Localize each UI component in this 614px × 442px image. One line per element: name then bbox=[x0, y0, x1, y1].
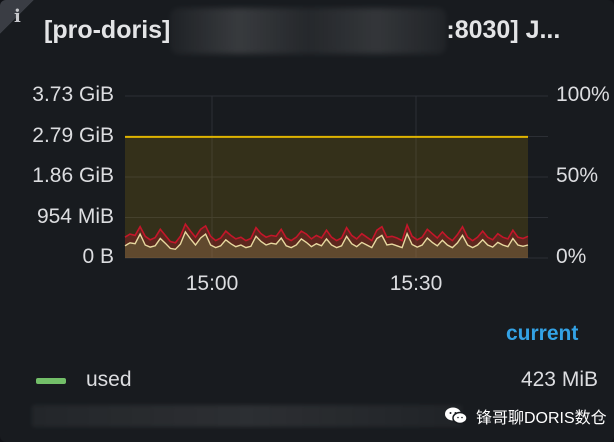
legend-current-value: 423 MiB bbox=[520, 368, 598, 391]
legend-header-current[interactable]: current bbox=[506, 322, 578, 346]
watermark-text: 锋哥聊DORIS数仓 bbox=[476, 410, 607, 427]
graph-panel: i [pro-doris]:8030] J... 3.73 GiB 2.79 Gi… bbox=[0, 0, 614, 442]
y-left-tick-label: 954 MiB bbox=[36, 204, 114, 228]
x-tick-label: 15:00 bbox=[185, 272, 239, 295]
y-left-tick-label: 1.86 GiB bbox=[32, 164, 114, 187]
legend-series-name[interactable]: used bbox=[86, 368, 132, 392]
watermark: 锋哥聊DORIS数仓 bbox=[444, 402, 607, 430]
x-tick-label: 15:30 bbox=[389, 272, 443, 295]
y-left-tick-label: 2.79 GiB bbox=[32, 123, 114, 147]
redacted-legend-row bbox=[32, 405, 462, 427]
y-left-tick-label: 3.73 GiB bbox=[32, 83, 114, 106]
y-right-tick-label: 0% bbox=[556, 245, 587, 268]
y-right-tick-label: 100% bbox=[556, 83, 610, 106]
y-right-tick-label: 50% bbox=[556, 164, 599, 187]
y-left-tick-label: 0 B bbox=[82, 245, 114, 268]
wechat-icon bbox=[445, 407, 468, 425]
legend-item-used[interactable]: used 423 MiB bbox=[0, 366, 614, 396]
legend-swatch[interactable] bbox=[36, 378, 66, 384]
